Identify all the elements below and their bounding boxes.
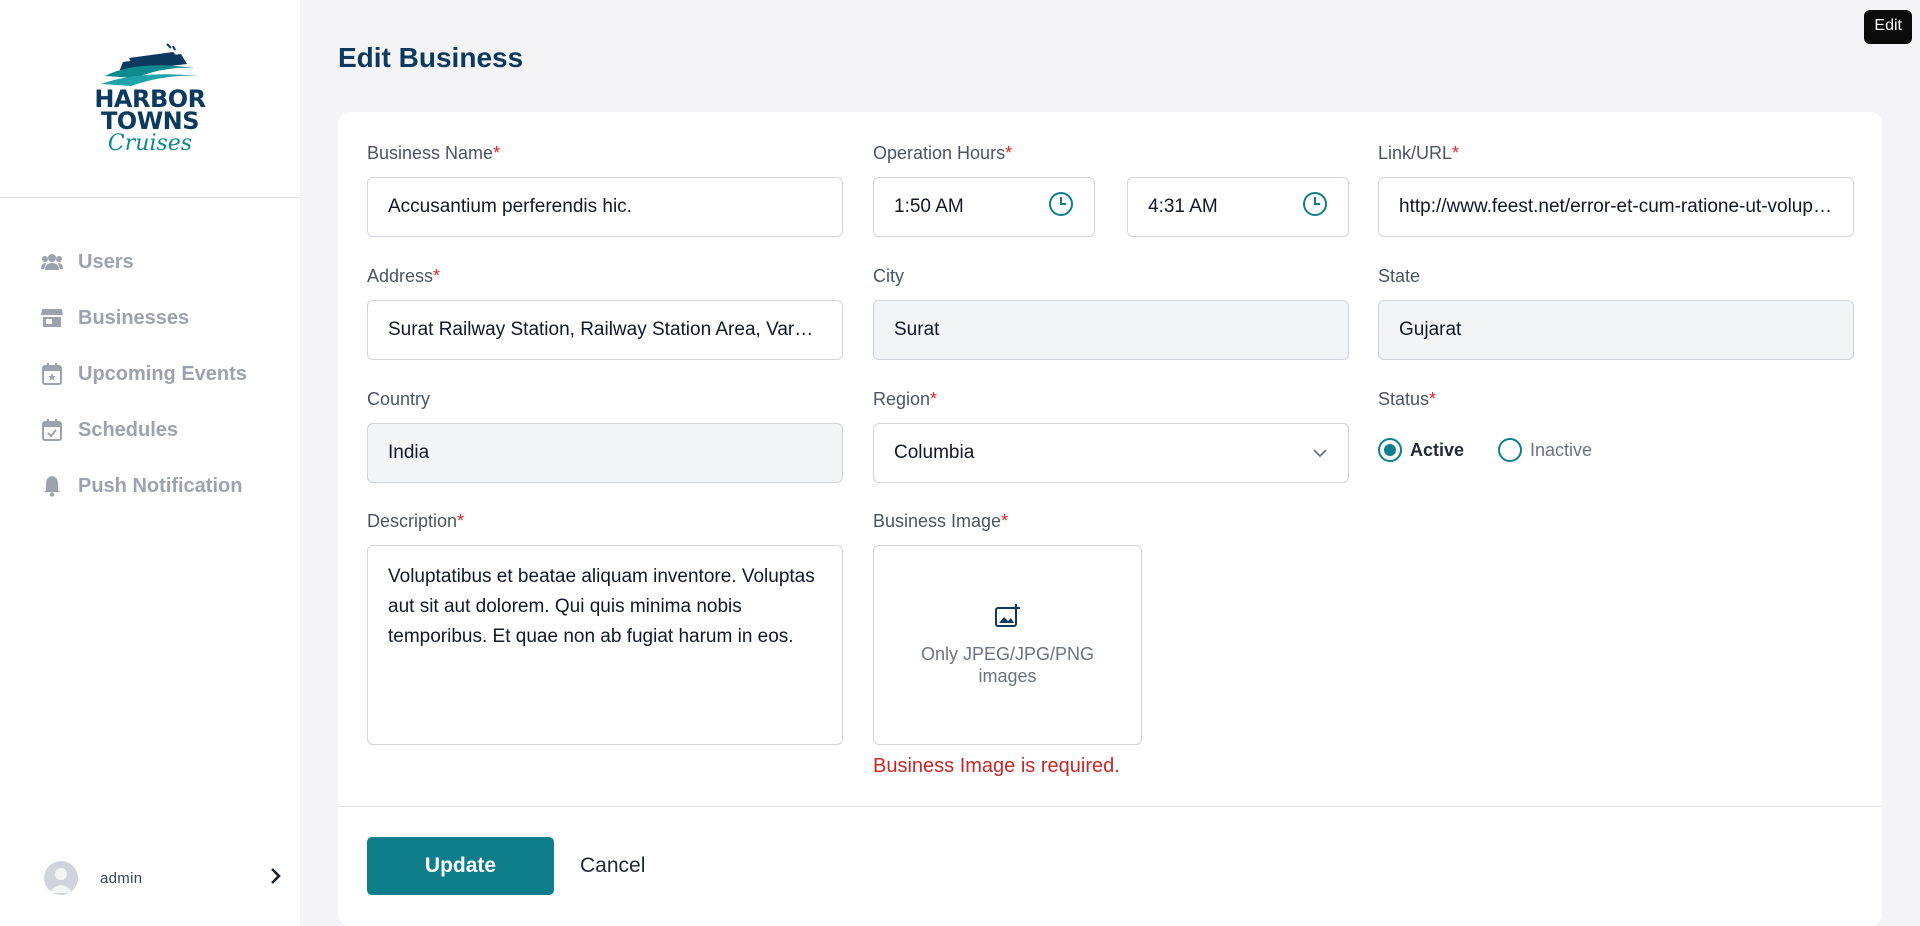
state-input: Gujarat [1378, 300, 1854, 360]
address-label: Address* [367, 266, 441, 286]
state-label: State [1378, 266, 1421, 286]
radio-checked-icon[interactable] [1378, 438, 1402, 462]
image-upload-dropzone[interactable]: Only JPEG/JPG/PNG images [873, 545, 1142, 745]
calendar-star-icon [40, 362, 64, 386]
status-radio-group: Active Inactive [1378, 438, 1854, 462]
address-input[interactable]: Surat Railway Station, Railway Station A… [367, 300, 843, 360]
sidebar-item-push-notification[interactable]: Push Notification [0, 458, 300, 514]
address-field: Address* Surat Railway Station, Railway … [367, 265, 843, 360]
bell-icon [40, 474, 64, 498]
brand-name-line2: TOWNS [100, 107, 200, 135]
edit-tooltip: Edit [1864, 10, 1912, 44]
update-button[interactable]: Update [367, 837, 554, 895]
business-form-card: Business Name* Accusantium perferendis h… [338, 112, 1882, 926]
status-label: Status* [1378, 389, 1437, 409]
link-url-field: Link/URL* http://www.feest.net/error-et-… [1378, 142, 1854, 237]
country-input: India [367, 423, 843, 483]
link-url-label: Link/URL* [1378, 143, 1460, 163]
clock-icon[interactable] [1048, 191, 1074, 223]
status-field: Status* Active Inactive [1378, 388, 1854, 462]
user-name: admin [100, 869, 143, 887]
sidebar-item-schedules[interactable]: Schedules [0, 402, 300, 458]
close-time-input[interactable]: 4:31 AM [1127, 177, 1349, 237]
business-image-label: Business Image* [873, 511, 1009, 531]
ship-logo-icon [101, 43, 199, 86]
status-inactive-radio[interactable]: Inactive [1498, 438, 1592, 462]
sidebar-item-upcoming-events[interactable]: Upcoming Events [0, 346, 300, 402]
sidebar-item-label: Businesses [78, 306, 190, 329]
clock-icon[interactable] [1302, 191, 1328, 223]
sidebar: HARBOR TOWNS Cruises Users Businesses Up… [0, 0, 300, 926]
logo-area: HARBOR TOWNS Cruises [0, 0, 300, 198]
country-field: Country India [367, 388, 843, 483]
region-field: Region* Columbia [873, 388, 1349, 483]
description-textarea[interactable]: Voluptatibus et beatae aliquam inventore… [367, 545, 843, 745]
upload-hint: Only JPEG/JPG/PNG images [920, 643, 1095, 686]
store-icon [40, 306, 64, 330]
form-divider [338, 806, 1882, 807]
user-menu[interactable]: admin [0, 856, 300, 900]
sidebar-item-label: Push Notification [78, 474, 243, 497]
description-label: Description* [367, 511, 465, 531]
radio-unchecked-icon[interactable] [1498, 438, 1523, 462]
business-image-error: Business Image is required. [873, 755, 1120, 777]
sidebar-item-label: Upcoming Events [78, 362, 247, 385]
region-label: Region* [873, 389, 938, 409]
cancel-button[interactable]: Cancel [580, 837, 670, 895]
city-label: City [873, 266, 904, 286]
users-icon [40, 250, 64, 274]
business-name-label: Business Name* [367, 143, 501, 163]
city-field: City Surat [873, 265, 1349, 360]
calendar-check-icon [40, 418, 64, 442]
state-field: State Gujarat [1378, 265, 1854, 360]
open-time-input[interactable]: 1:50 AM [873, 177, 1095, 237]
page-title: Edit Business [338, 42, 524, 73]
avatar [44, 861, 78, 895]
business-name-input[interactable]: Accusantium perferendis hic. [367, 177, 843, 237]
status-active-radio[interactable]: Active [1378, 438, 1464, 462]
operation-hours-label: Operation Hours* [873, 143, 1013, 163]
sidebar-item-label: Schedules [78, 418, 179, 441]
sidebar-item-users[interactable]: Users [0, 234, 300, 290]
description-field: Description* Voluptatibus et beatae aliq… [367, 510, 843, 745]
link-url-input[interactable]: http://www.feest.net/error-et-cum-ration… [1378, 177, 1854, 237]
sidebar-item-businesses[interactable]: Businesses [0, 290, 300, 346]
brand-logo[interactable]: HARBOR TOWNS Cruises [80, 29, 220, 169]
image-add-icon [994, 603, 1021, 633]
business-image-field: Business Image* Only JPEG/JPG/PNG images… [873, 510, 1349, 778]
business-name-field: Business Name* Accusantium perferendis h… [367, 142, 843, 237]
brand-script: Cruises [107, 131, 193, 156]
chevron-right-icon[interactable] [270, 867, 282, 890]
chevron-down-icon[interactable] [1312, 442, 1328, 464]
city-input: Surat [873, 300, 1349, 360]
sidebar-nav: Users Businesses Upcoming Events Schedul… [0, 234, 300, 514]
sidebar-item-label: Users [78, 250, 134, 273]
main-content: Edit Business Edit Business Name* Accusa… [300, 0, 1920, 926]
operation-hours-field: Operation Hours* 1:50 AM 4:31 AM [873, 142, 1349, 237]
region-select[interactable]: Columbia [873, 423, 1349, 483]
country-label: Country [367, 389, 431, 409]
